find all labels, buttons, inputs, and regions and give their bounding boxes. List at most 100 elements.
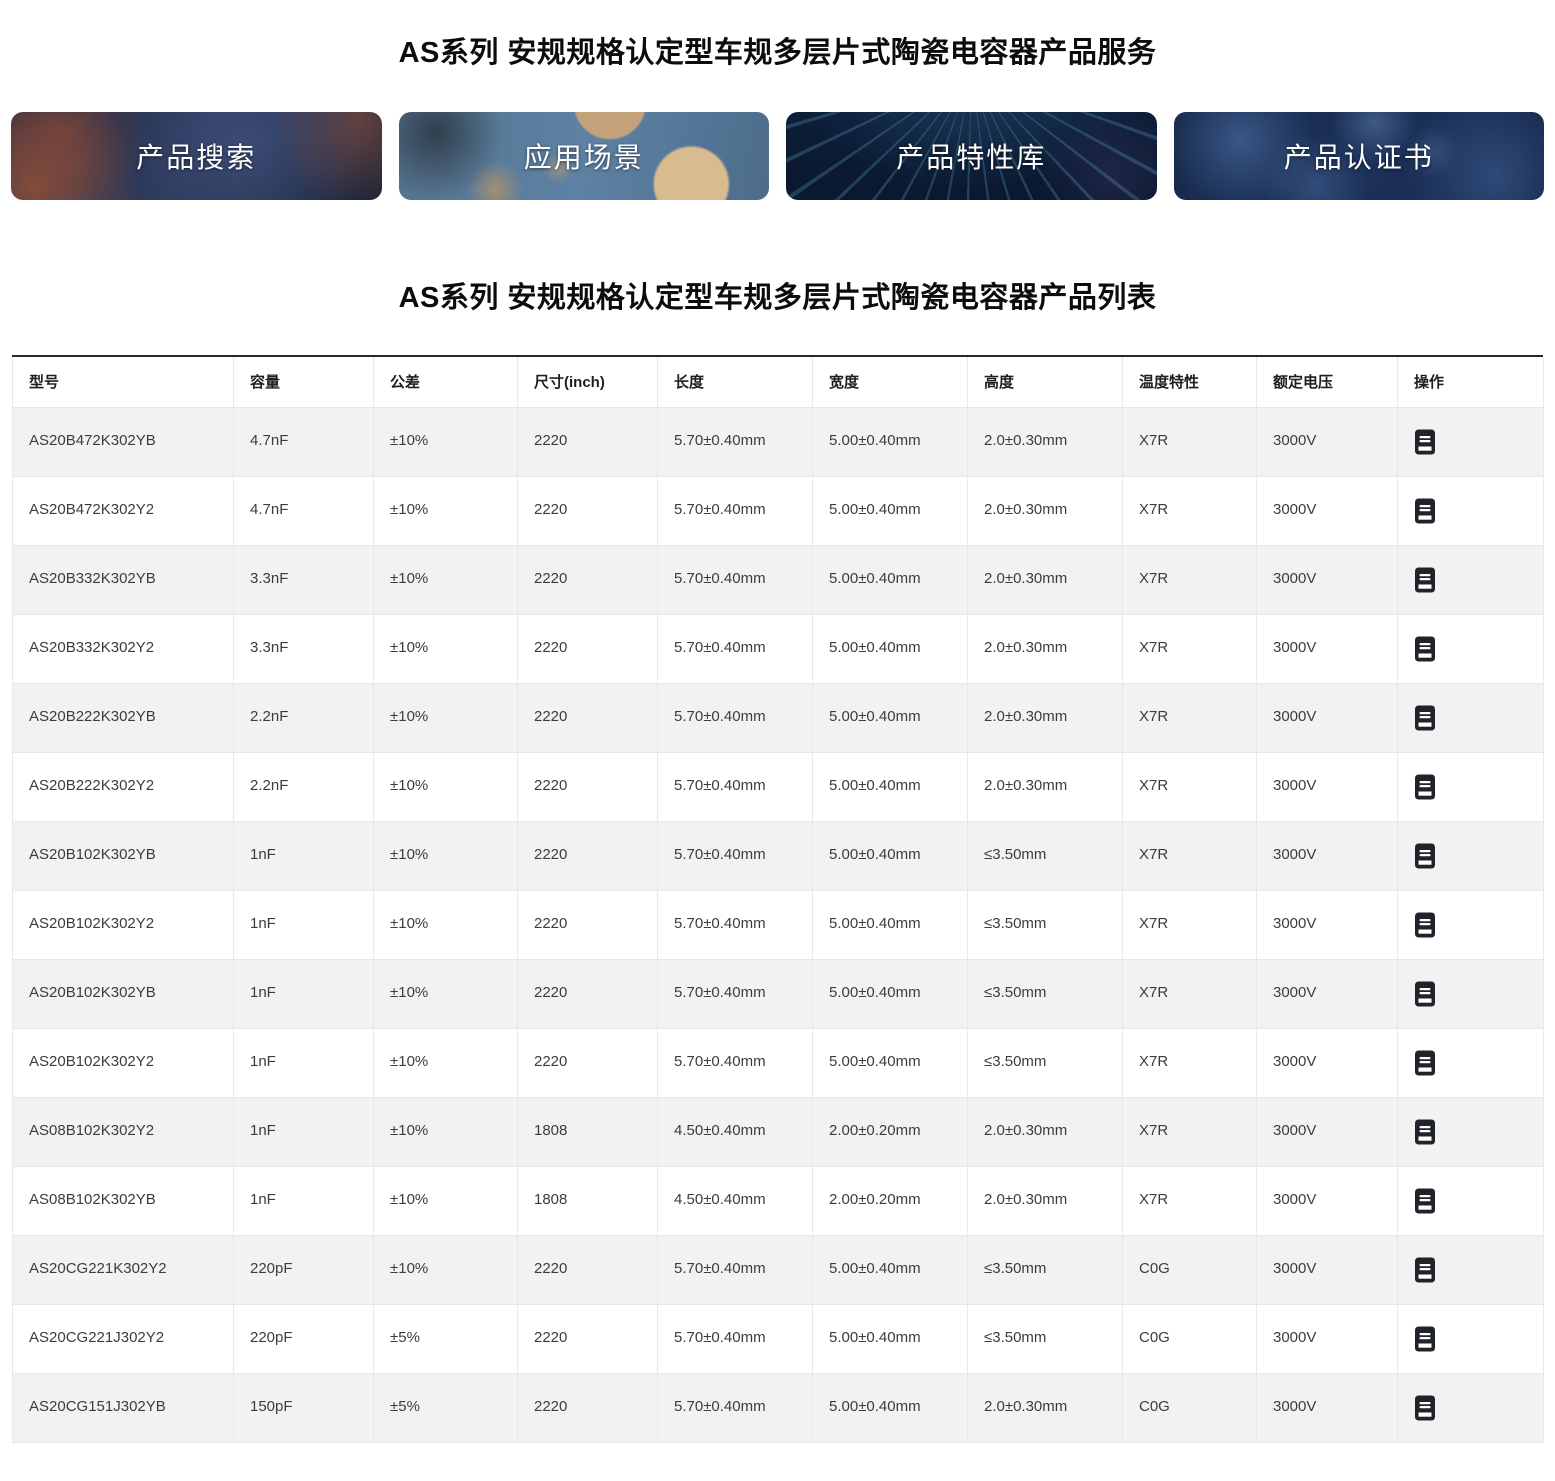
cell-rated-voltage: 3000V xyxy=(1257,683,1398,752)
cell-height: ≤3.50mm xyxy=(968,890,1123,959)
cell-rated-voltage: 3000V xyxy=(1257,1166,1398,1235)
cell-model: AS20B332K302YB xyxy=(13,545,234,614)
cell-temp-characteristic: X7R xyxy=(1123,752,1257,821)
cell-temp-characteristic: C0G xyxy=(1123,1235,1257,1304)
table-row: AS20B332K302Y23.3nF±10%22205.70±0.40mm5.… xyxy=(13,614,1544,683)
banner-product-certificate-label: 产品认证书 xyxy=(1284,136,1434,176)
list-title: AS系列 安规规格认定型车规多层片式陶瓷电容器产品列表 xyxy=(0,281,1555,315)
cell-temp-characteristic: C0G xyxy=(1123,1304,1257,1373)
cell-model: AS20B102K302YB xyxy=(13,821,234,890)
cell-tolerance: ±5% xyxy=(374,1373,518,1442)
cell-rated-voltage: 3000V xyxy=(1257,1373,1398,1442)
cell-height: 2.0±0.30mm xyxy=(968,1097,1123,1166)
cell-action xyxy=(1398,1097,1544,1166)
cell-model: AS20CG221J302Y2 xyxy=(13,1304,234,1373)
cell-width: 5.00±0.40mm xyxy=(813,821,968,890)
cell-length: 5.70±0.40mm xyxy=(658,959,813,1028)
banner-product-search[interactable]: 产品搜索 xyxy=(11,112,382,200)
cell-size-inch: 2220 xyxy=(518,407,658,476)
book-icon[interactable] xyxy=(1414,567,1436,593)
table-row: AS20CG221K302Y2220pF±10%22205.70±0.40mm5… xyxy=(13,1235,1544,1304)
cell-model: AS20B222K302Y2 xyxy=(13,752,234,821)
cell-height: 2.0±0.30mm xyxy=(968,1166,1123,1235)
cell-model: AS08B102K302Y2 xyxy=(13,1097,234,1166)
column-header-action: 操作 xyxy=(1398,357,1544,407)
column-header-size-inch: 尺寸(inch) xyxy=(518,357,658,407)
banner-product-certificate[interactable]: 产品认证书 xyxy=(1174,112,1545,200)
cell-tolerance: ±10% xyxy=(374,476,518,545)
book-icon[interactable] xyxy=(1414,981,1436,1007)
cell-width: 5.00±0.40mm xyxy=(813,1304,968,1373)
book-icon[interactable] xyxy=(1414,498,1436,524)
book-icon[interactable] xyxy=(1414,1326,1436,1352)
book-icon[interactable] xyxy=(1414,705,1436,731)
book-icon[interactable] xyxy=(1414,1395,1436,1421)
table-row: AS20CG151J302YB150pF±5%22205.70±0.40mm5.… xyxy=(13,1373,1544,1442)
table-row: AS20B472K302YB4.7nF±10%22205.70±0.40mm5.… xyxy=(13,407,1544,476)
cell-width: 5.00±0.40mm xyxy=(813,1373,968,1442)
column-header-width: 宽度 xyxy=(813,357,968,407)
column-header-length: 长度 xyxy=(658,357,813,407)
cell-length: 5.70±0.40mm xyxy=(658,890,813,959)
table-row: AS20B332K302YB3.3nF±10%22205.70±0.40mm5.… xyxy=(13,545,1544,614)
cell-model: AS20B222K302YB xyxy=(13,683,234,752)
cell-temp-characteristic: X7R xyxy=(1123,959,1257,1028)
cell-temp-characteristic: X7R xyxy=(1123,407,1257,476)
book-icon[interactable] xyxy=(1414,912,1436,938)
book-icon[interactable] xyxy=(1414,1119,1436,1145)
table-row: AS20B102K302YB1nF±10%22205.70±0.40mm5.00… xyxy=(13,959,1544,1028)
column-header-temp-characteristic: 温度特性 xyxy=(1123,357,1257,407)
cell-length: 5.70±0.40mm xyxy=(658,1304,813,1373)
table-row: AS20B222K302YB2.2nF±10%22205.70±0.40mm5.… xyxy=(13,683,1544,752)
cell-action xyxy=(1398,821,1544,890)
cell-tolerance: ±5% xyxy=(374,1304,518,1373)
book-icon[interactable] xyxy=(1414,1188,1436,1214)
cell-width: 5.00±0.40mm xyxy=(813,1235,968,1304)
cell-length: 4.50±0.40mm xyxy=(658,1097,813,1166)
cell-action xyxy=(1398,545,1544,614)
cell-capacity: 1nF xyxy=(234,1166,374,1235)
cell-height: 2.0±0.30mm xyxy=(968,752,1123,821)
book-icon[interactable] xyxy=(1414,636,1436,662)
cell-action xyxy=(1398,683,1544,752)
banner-product-feature-library[interactable]: 产品特性库 xyxy=(786,112,1157,200)
table-body: AS20B472K302YB4.7nF±10%22205.70±0.40mm5.… xyxy=(13,407,1544,1442)
cell-capacity: 220pF xyxy=(234,1235,374,1304)
cell-size-inch: 1808 xyxy=(518,1166,658,1235)
cell-model: AS20B472K302YB xyxy=(13,407,234,476)
cell-capacity: 1nF xyxy=(234,1097,374,1166)
cell-rated-voltage: 3000V xyxy=(1257,476,1398,545)
cell-length: 5.70±0.40mm xyxy=(658,1373,813,1442)
cell-rated-voltage: 3000V xyxy=(1257,614,1398,683)
banner-application-scenarios[interactable]: 应用场景 xyxy=(399,112,770,200)
cell-size-inch: 2220 xyxy=(518,1373,658,1442)
cell-rated-voltage: 3000V xyxy=(1257,1235,1398,1304)
book-icon[interactable] xyxy=(1414,1257,1436,1283)
cell-temp-characteristic: X7R xyxy=(1123,545,1257,614)
cell-temp-characteristic: X7R xyxy=(1123,1028,1257,1097)
banner-nav: 产品搜索 应用场景 产品特性库 产品认证书 xyxy=(11,112,1544,200)
cell-capacity: 150pF xyxy=(234,1373,374,1442)
cell-action xyxy=(1398,890,1544,959)
cell-model: AS20B332K302Y2 xyxy=(13,614,234,683)
cell-size-inch: 2220 xyxy=(518,1235,658,1304)
cell-height: 2.0±0.30mm xyxy=(968,614,1123,683)
cell-tolerance: ±10% xyxy=(374,545,518,614)
cell-length: 5.70±0.40mm xyxy=(658,407,813,476)
cell-width: 5.00±0.40mm xyxy=(813,752,968,821)
table-header-row: 型号容量公差尺寸(inch)长度宽度高度温度特性额定电压操作 xyxy=(13,357,1544,407)
column-header-capacity: 容量 xyxy=(234,357,374,407)
cell-temp-characteristic: X7R xyxy=(1123,683,1257,752)
book-icon[interactable] xyxy=(1414,843,1436,869)
cell-size-inch: 2220 xyxy=(518,890,658,959)
page: AS系列 安规规格认定型车规多层片式陶瓷电容器产品服务 产品搜索 应用场景 产品… xyxy=(0,36,1555,1443)
cell-tolerance: ±10% xyxy=(374,614,518,683)
book-icon[interactable] xyxy=(1414,429,1436,455)
cell-width: 5.00±0.40mm xyxy=(813,545,968,614)
cell-tolerance: ±10% xyxy=(374,890,518,959)
cell-tolerance: ±10% xyxy=(374,1235,518,1304)
table-row: AS20CG221J302Y2220pF±5%22205.70±0.40mm5.… xyxy=(13,1304,1544,1373)
book-icon[interactable] xyxy=(1414,1050,1436,1076)
book-icon[interactable] xyxy=(1414,774,1436,800)
cell-rated-voltage: 3000V xyxy=(1257,1097,1398,1166)
